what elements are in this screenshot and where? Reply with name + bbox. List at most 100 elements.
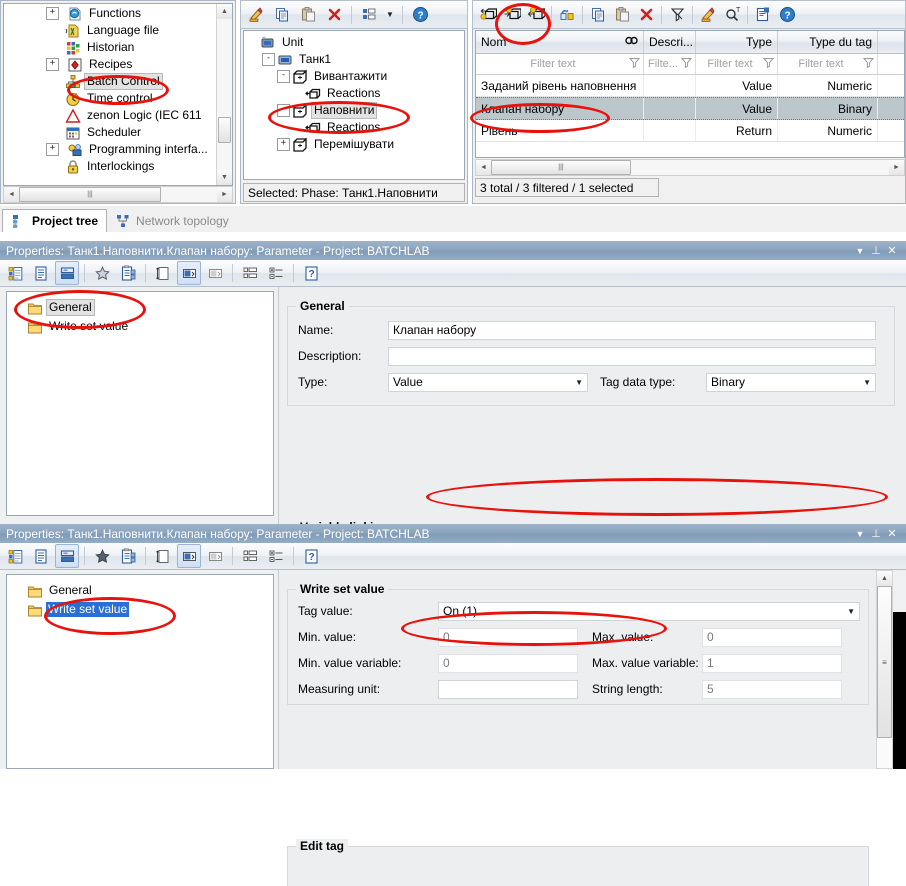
grid-filter-cell[interactable]: Filte... bbox=[644, 54, 696, 74]
filter-funnel-icon[interactable] bbox=[680, 57, 693, 71]
grid-column-header[interactable]: Type bbox=[696, 31, 778, 53]
scroll-up-arrow-icon[interactable]: ▲ bbox=[877, 571, 892, 586]
scroll-right-arrow-icon[interactable]: ► bbox=[217, 187, 232, 202]
measuring-unit-input[interactable] bbox=[438, 679, 578, 699]
grid-hscrollbar[interactable]: ◄ ||| ► bbox=[475, 159, 905, 176]
project-tree-item[interactable]: + Recipes bbox=[4, 56, 216, 73]
filter-funnel-icon[interactable] bbox=[862, 57, 875, 71]
paste-icon[interactable] bbox=[610, 3, 634, 27]
tree-expander-icon[interactable]: - bbox=[277, 70, 290, 83]
favorites-icon[interactable] bbox=[90, 544, 114, 568]
tree-expander-icon[interactable]: + bbox=[46, 143, 59, 156]
scroll-up-arrow-icon[interactable]: ▲ bbox=[217, 4, 232, 19]
copy-icon[interactable] bbox=[270, 3, 294, 27]
pin-icon[interactable]: ⊥ bbox=[868, 244, 884, 257]
project-tree-hscrollbar[interactable]: ◄ ||| ► bbox=[3, 186, 233, 203]
filter-funnel-icon[interactable] bbox=[628, 57, 641, 71]
help-icon[interactable]: ? bbox=[408, 3, 432, 27]
project-tree-list[interactable]: + Functions Language file Historian + Recipes… bbox=[3, 3, 233, 186]
vscroll-thumb[interactable] bbox=[218, 117, 231, 143]
hscroll-thumb[interactable]: ||| bbox=[19, 187, 161, 202]
chevron-down-icon[interactable]: ▼ bbox=[383, 3, 397, 27]
categorized-icon[interactable] bbox=[3, 261, 27, 285]
project-tree-item[interactable]: Interlockings bbox=[4, 158, 216, 175]
find-icon[interactable] bbox=[625, 35, 638, 49]
table-row[interactable]: Рівень Return Numeric bbox=[476, 120, 904, 142]
properties-write-vscrollbar[interactable]: ▲ ≡ bbox=[876, 570, 893, 769]
detail-icon[interactable] bbox=[264, 544, 288, 568]
grid-filter-row[interactable]: Filter text Filte... Filter text Filter tex… bbox=[476, 54, 904, 75]
project-tree-item[interactable]: Historian bbox=[4, 39, 216, 56]
chevron-down-icon[interactable]: ▼ bbox=[852, 246, 868, 256]
edit-icon[interactable] bbox=[696, 3, 720, 27]
scroll-left-arrow-icon[interactable]: ◄ bbox=[476, 160, 491, 175]
list-icon[interactable] bbox=[238, 261, 262, 285]
table-row[interactable]: Клапан набору Value Binary bbox=[476, 97, 904, 120]
write-vscroll-thumb[interactable]: ≡ bbox=[877, 586, 892, 738]
project-tree-item[interactable]: Time control bbox=[4, 90, 216, 107]
filter-funnel-icon[interactable] bbox=[762, 57, 775, 71]
name-input[interactable]: Клапан набору bbox=[388, 320, 876, 340]
properties-icon[interactable] bbox=[751, 3, 775, 27]
detail-icon[interactable] bbox=[264, 261, 288, 285]
chevron-down-icon[interactable]: ▼ bbox=[852, 529, 868, 539]
tree-expander-icon[interactable]: + bbox=[46, 58, 59, 71]
property-pages-icon[interactable] bbox=[116, 544, 140, 568]
tree-expander-icon[interactable]: - bbox=[262, 53, 275, 66]
delete-icon[interactable] bbox=[322, 3, 346, 27]
project-tree-item[interactable]: + Programming interfa... bbox=[4, 141, 216, 158]
favorites-icon[interactable] bbox=[90, 261, 114, 285]
add-param-left-icon[interactable] bbox=[524, 3, 548, 27]
grid-filter-cell[interactable]: Filter text bbox=[476, 54, 644, 74]
add-param-right-icon[interactable] bbox=[500, 3, 524, 27]
grid-hscroll-thumb[interactable]: ||| bbox=[491, 160, 631, 175]
grid-filter-cell[interactable]: Filter text bbox=[696, 54, 778, 74]
expand-icon[interactable] bbox=[177, 544, 201, 568]
grid-filter-cell[interactable]: Filter text bbox=[778, 54, 878, 74]
paste-icon[interactable] bbox=[296, 3, 320, 27]
text-height-icon[interactable] bbox=[151, 544, 175, 568]
new-param-icon[interactable] bbox=[476, 3, 500, 27]
categorized-icon[interactable] bbox=[3, 544, 27, 568]
clear-filter-icon[interactable] bbox=[665, 3, 689, 27]
grouped-icon[interactable] bbox=[55, 261, 79, 285]
property-pages-icon[interactable] bbox=[116, 261, 140, 285]
list-icon[interactable] bbox=[238, 544, 262, 568]
max-value-variable-input[interactable]: 1 bbox=[702, 653, 842, 673]
table-row[interactable]: Заданий рівень наповнення Value Numeric bbox=[476, 75, 904, 97]
properties-general-tree-item[interactable]: Write set value bbox=[13, 317, 273, 336]
unit-tree-item[interactable]: - Наповнити bbox=[247, 102, 464, 119]
description-input[interactable] bbox=[388, 346, 876, 366]
expand-icon[interactable] bbox=[177, 261, 201, 285]
help-icon[interactable]: ? bbox=[775, 3, 799, 27]
copy-icon[interactable] bbox=[586, 3, 610, 27]
move-icon[interactable] bbox=[555, 3, 579, 27]
scroll-left-arrow-icon[interactable]: ◄ bbox=[4, 187, 19, 202]
properties-write-tree[interactable]: General Write set value bbox=[6, 574, 274, 769]
project-tree-item[interactable]: zenon Logic (IEC 611 bbox=[4, 107, 216, 124]
find-replace-icon[interactable]: T bbox=[720, 3, 744, 27]
unit-tree-item[interactable]: Reactions bbox=[247, 119, 464, 136]
scroll-down-arrow-icon[interactable]: ▼ bbox=[217, 170, 232, 185]
close-icon[interactable]: ✕ bbox=[884, 244, 900, 257]
project-tree-vscrollbar[interactable]: ▲ ▼ bbox=[216, 4, 232, 185]
tab-network-topology[interactable]: Network topology bbox=[107, 210, 237, 232]
project-tree-item[interactable]: Scheduler bbox=[4, 124, 216, 141]
delete-icon[interactable] bbox=[634, 3, 658, 27]
grid-header-row[interactable]: Nom Descri... Type Type du tag bbox=[476, 31, 904, 54]
text-height-icon[interactable] bbox=[151, 261, 175, 285]
grid-column-header[interactable]: Type du tag bbox=[778, 31, 878, 53]
unit-tree-item[interactable]: Unit bbox=[247, 34, 464, 51]
alphabetical-icon[interactable] bbox=[29, 544, 53, 568]
unit-tree-item[interactable]: + Перемішувати bbox=[247, 136, 464, 153]
properties-general-tree[interactable]: General Write set value bbox=[6, 291, 274, 516]
tree-expander-icon[interactable]: - bbox=[277, 104, 290, 117]
properties-write-tree-item[interactable]: Write set value bbox=[13, 600, 273, 619]
collapse-icon[interactable] bbox=[203, 261, 227, 285]
unit-tree-list[interactable]: Unit - Танк1- Вивантажити Reactions - Наповнит… bbox=[243, 30, 465, 180]
tab-project-tree[interactable]: Project tree bbox=[2, 209, 108, 232]
grid-column-header[interactable]: Nom bbox=[476, 31, 644, 53]
grouped-icon[interactable] bbox=[55, 544, 79, 568]
properties-write-tree-item[interactable]: General bbox=[13, 581, 273, 600]
min-value-variable-input[interactable]: 0 bbox=[438, 653, 578, 673]
